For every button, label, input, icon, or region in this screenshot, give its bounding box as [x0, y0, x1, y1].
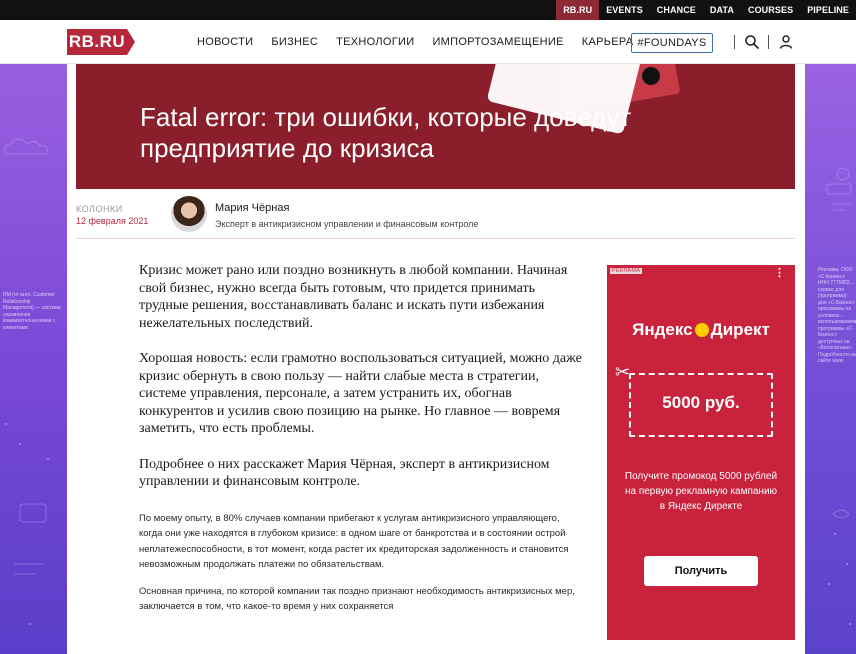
- yandex-direct-ad[interactable]: РЕКЛАМА ⋮ Яндекс Директ ✂ 5000 руб. Получ…: [607, 265, 795, 640]
- network-link-data[interactable]: DATA: [703, 0, 741, 20]
- body-paragraph: По моему опыту, в 80% случаев компании п…: [139, 512, 569, 571]
- logo-text: RB.RU: [67, 29, 127, 55]
- network-link-pipeline[interactable]: PIPELINE: [800, 0, 856, 20]
- network-link-events[interactable]: EVENTS: [599, 0, 650, 20]
- site-logo[interactable]: RB.RU: [67, 29, 135, 55]
- article-body: Кризис может рано или поздно возникнуть …: [139, 262, 584, 626]
- nav-item-technology[interactable]: ТЕХНОЛОГИИ: [336, 36, 414, 48]
- site-header: RB.RU НОВОСТИ БИЗНЕС ТЕХНОЛОГИИ ИМПОРТОЗ…: [0, 20, 856, 64]
- network-link-rbru[interactable]: RB.RU: [556, 0, 600, 20]
- ad-brand-right: Директ: [710, 320, 770, 339]
- author-role: Эксперт в антикризисном управлении и фин…: [215, 219, 479, 229]
- author-name[interactable]: Мария Чёрная: [215, 202, 289, 214]
- logo-tip: [127, 29, 135, 55]
- right-side-text: Реклама. ООО «С-Бизнес» ИНН 7775802... с…: [818, 267, 856, 364]
- scissors-icon: ✂: [615, 362, 631, 382]
- network-links: RB.RU EVENTS CHANCE DATA COURSES PIPELIN…: [556, 0, 856, 20]
- lead-paragraph: Подробнее о них расскажет Мария Чёрная, …: [139, 456, 550, 490]
- user-icon[interactable]: [778, 34, 794, 50]
- ad-brand: Яндекс Директ: [607, 320, 795, 340]
- coupon-amount: 5000 руб.: [662, 393, 740, 412]
- main-nav: НОВОСТИ БИЗНЕС ТЕХНОЛОГИИ ИМПОРТОЗАМЕЩЕН…: [188, 20, 642, 64]
- lead-paragraph: Кризис может рано или поздно возникнуть …: [139, 263, 568, 331]
- nav-item-news[interactable]: НОВОСТИ: [197, 36, 253, 48]
- header-divider: [768, 35, 769, 49]
- header-divider: [734, 35, 735, 49]
- nav-item-career[interactable]: КАРЬЕРА: [582, 36, 634, 48]
- ad-description: Получите промокод 5000 рублей на первую …: [624, 471, 778, 512]
- author-avatar[interactable]: [171, 196, 207, 232]
- body-paragraph: Основная причина, по которой компании та…: [139, 585, 575, 613]
- left-side-banner: RM (от англ. Customer Relationship Manag…: [0, 64, 67, 654]
- nav-item-business[interactable]: БИЗНЕС: [271, 36, 318, 48]
- article-rubric[interactable]: КОЛОНКИ: [76, 204, 123, 214]
- top-bar: RB.RU EVENTS CHANCE DATA COURSES PIPELIN…: [0, 0, 856, 20]
- ad-badge: РЕКЛАМА: [610, 268, 643, 274]
- nav-item-import-substitution[interactable]: ИМПОРТОЗАМЕЩЕНИЕ: [432, 36, 563, 48]
- get-promo-button[interactable]: Получить: [644, 556, 758, 586]
- hero-decoration-dot: [642, 67, 660, 85]
- yandex-direct-logo-icon: [694, 323, 709, 337]
- right-side-banner: Реклама. ООО «С-Бизнес» ИНН 7775802... с…: [805, 64, 856, 654]
- article-title: Fatal error: три ошибки, которые доведут…: [140, 102, 632, 163]
- search-icon[interactable]: [744, 34, 760, 50]
- network-link-courses[interactable]: COURSES: [741, 0, 800, 20]
- more-options-icon[interactable]: ⋮: [774, 268, 785, 279]
- left-side-text: RM (от англ. Customer Relationship Manag…: [3, 292, 61, 331]
- article-hero: Fatal error: три ошибки, которые доведут…: [76, 64, 795, 189]
- article-meta: КОЛОНКИ 12 февраля 2021 Мария Чёрная Экс…: [76, 189, 795, 239]
- network-link-chance[interactable]: CHANCE: [650, 0, 703, 20]
- ad-coupon: 5000 руб.: [629, 373, 773, 437]
- foundays-button[interactable]: #FOUNDAYS: [631, 33, 713, 53]
- ad-brand-left: Яндекс: [632, 320, 693, 339]
- publish-date: 12 февраля 2021: [76, 216, 149, 226]
- lead-paragraph: Хорошая новость: если грамотно воспользо…: [139, 351, 582, 436]
